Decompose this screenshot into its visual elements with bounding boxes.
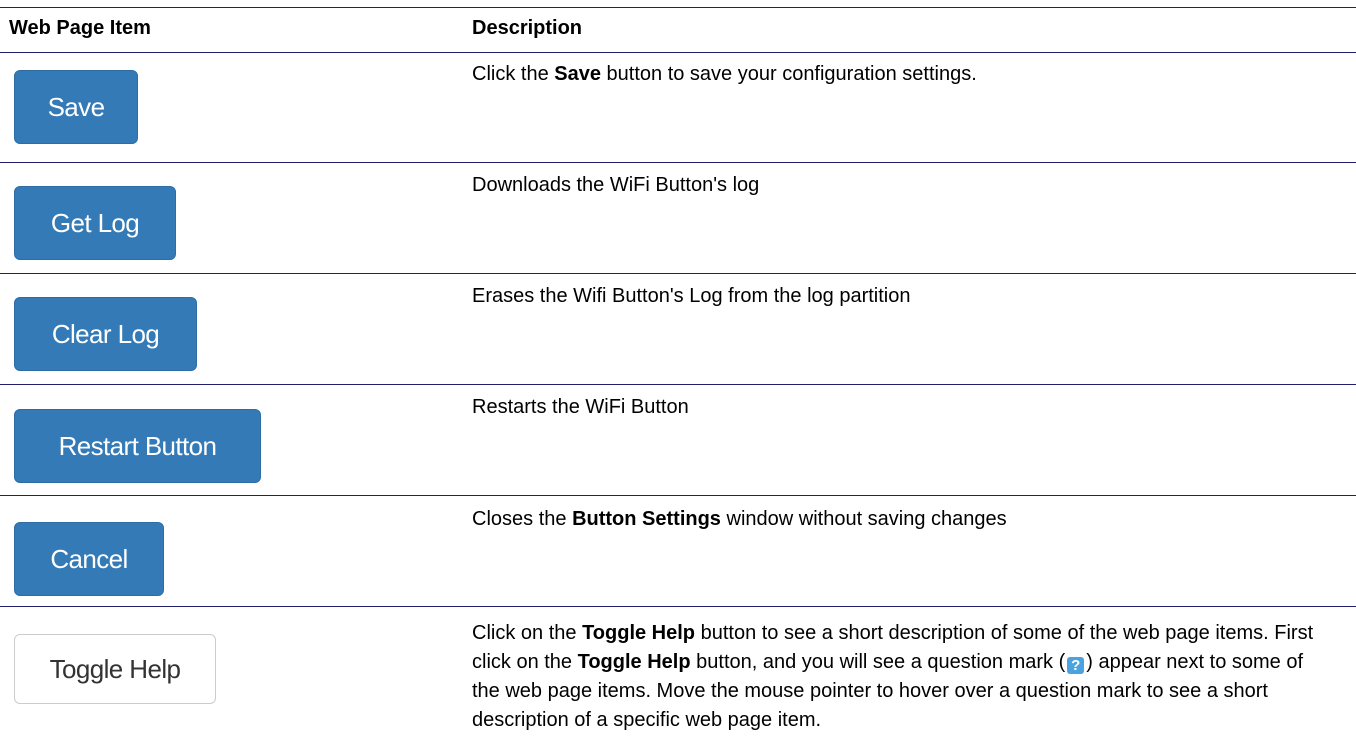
get-log-button[interactable]: Get Log xyxy=(14,186,176,260)
clear-log-button[interactable]: Clear Log xyxy=(14,297,197,371)
row-rule xyxy=(0,495,1356,496)
toggle-help-button[interactable]: Toggle Help xyxy=(14,634,216,704)
column-header-description: Description xyxy=(472,17,583,39)
restart-button[interactable]: Restart Button xyxy=(14,409,261,483)
question-mark-icon: ? xyxy=(1067,657,1085,674)
cancel-description: Closes the Button Settings window withou… xyxy=(472,508,1007,530)
restart-description: Restarts the WiFi Button xyxy=(472,396,689,418)
header-rule xyxy=(0,52,1356,53)
row-rule xyxy=(0,162,1356,163)
clear-log-description: Erases the Wifi Button's Log from the lo… xyxy=(472,285,911,307)
save-description: Click the Save button to save your confi… xyxy=(472,63,977,85)
get-log-description: Downloads the WiFi Button's log xyxy=(472,174,760,196)
row-rule xyxy=(0,273,1356,274)
column-header-item: Web Page Item xyxy=(9,17,151,39)
toggle-help-description: Click on the Toggle Help button to see a… xyxy=(472,622,1314,731)
cancel-button[interactable]: Cancel xyxy=(14,522,164,596)
save-button[interactable]: Save xyxy=(14,70,138,144)
table-top-rule xyxy=(0,7,1356,8)
row-rule xyxy=(0,384,1356,385)
row-rule xyxy=(0,606,1356,607)
